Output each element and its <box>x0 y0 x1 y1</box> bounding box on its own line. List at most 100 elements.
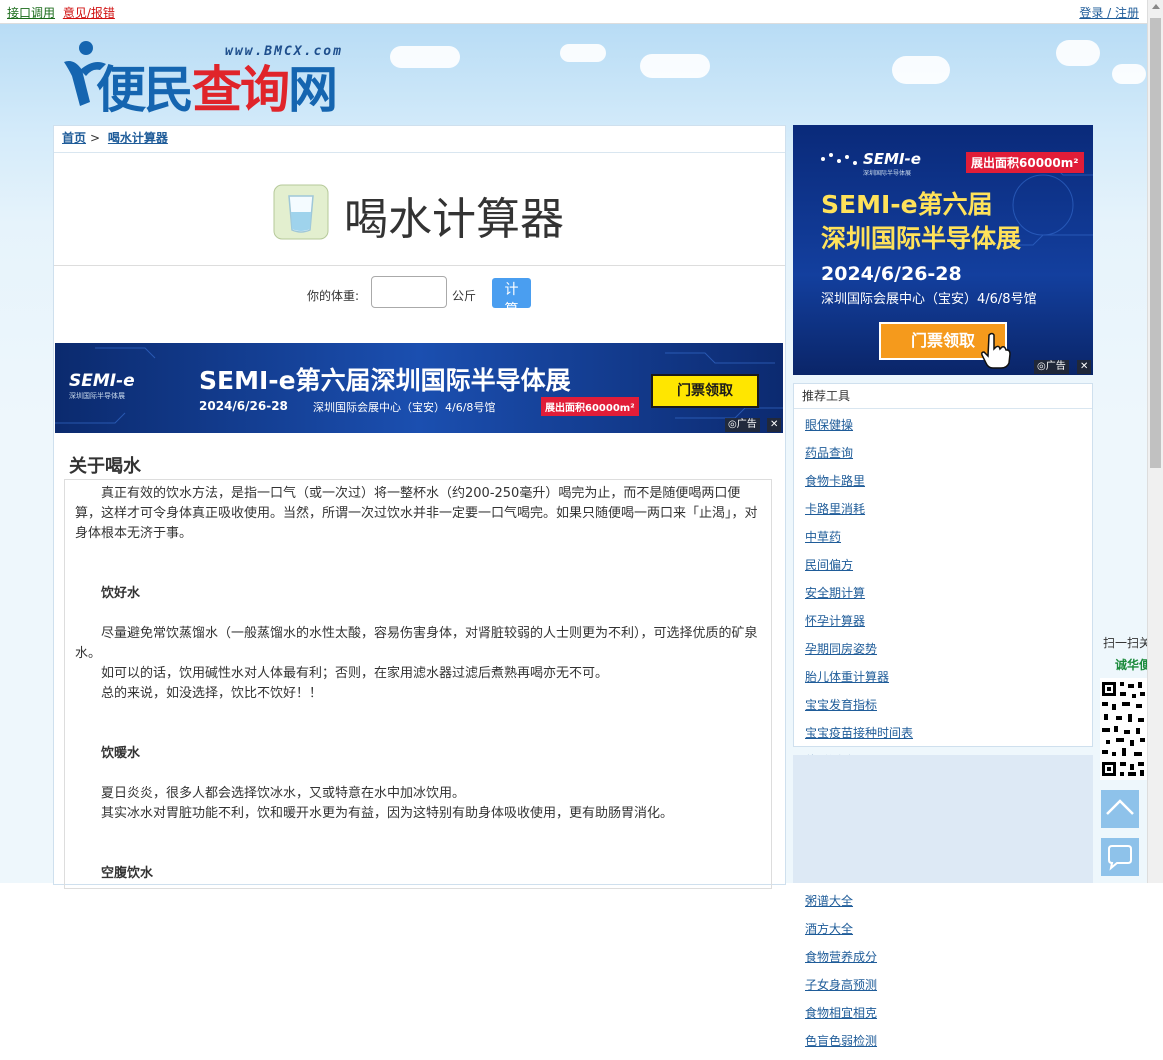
calculate-button[interactable]: 计算 <box>492 278 531 317</box>
weight-label: 你的体重: <box>307 289 360 303</box>
tool-item: 酒方大全 <box>805 920 954 948</box>
tool-link[interactable]: 食物卡路里 <box>805 474 865 488</box>
chevron-up-icon <box>1106 799 1134 815</box>
main-panel: 首页 > 喝水计算器 喝水计算器 你的体重: 公斤 计算 SEMI-e 深圳国际半导… <box>53 125 786 889</box>
ad-date: 2024/6/26-28 <box>199 399 288 413</box>
chat-bubble-icon <box>1108 845 1132 871</box>
side-ad-area-badge: 展出面积60000m² <box>966 152 1084 173</box>
ad-ticket-button[interactable]: 门票领取 <box>651 374 759 408</box>
calc-form: 你的体重: 公斤 计算 <box>54 266 785 344</box>
page-title: 喝水计算器 <box>344 194 564 245</box>
tool-item: 子女身高预测 <box>805 976 954 1004</box>
tool-item: 宝宝发育指标 <box>805 696 954 724</box>
article-paragraph: 尽量避免常饮蒸馏水（一般蒸馏水的水性太酸，容易伤害身体，对肾脏较弱的人士则更为不… <box>75 626 758 661</box>
tool-link[interactable]: 食物相宜相克 <box>805 1006 877 1020</box>
scan-brand: 诚华便 <box>1115 658 1152 672</box>
tool-item: 胎儿体重计算器 <box>805 668 954 696</box>
tool-item: 卡路里消耗 <box>805 500 954 528</box>
tool-link[interactable]: 孕期同房姿势 <box>805 642 877 656</box>
top-bar: 接口调用 意见/报错 登录 / 注册 <box>0 0 1147 24</box>
tool-item: 安全期计算 <box>805 584 954 612</box>
tool-item: 孕期同房姿势 <box>805 640 954 668</box>
site-logo[interactable]: www.BMCX.com 便民查询网 <box>60 36 370 119</box>
tool-link[interactable]: 民间偏方 <box>805 558 853 572</box>
scan-text: 扫一扫关 <box>1103 636 1152 650</box>
side-ad-brand: SEMI-e 深圳国际半导体展 <box>863 150 921 177</box>
article-paragraph: 总的来说，如没选择，饮比不饮好！！ <box>101 686 323 701</box>
tool-item: 怀孕计算器 <box>805 612 954 640</box>
tool-item: 食物卡路里 <box>805 472 954 500</box>
side-ad-placeholder <box>793 755 1093 883</box>
article-paragraph: 夏日炎炎，很多人都会选择饮冰水，又或特意在水中加冰饮用。 <box>101 786 466 801</box>
tool-item: 宝宝疫苗接种时间表 <box>805 724 954 752</box>
article-paragraph: 其实冰水对胃脏功能不利，饮和暖开水更为有益，因为这特别有助身体吸收使用，更有助肠… <box>101 806 674 821</box>
hand-cursor-icon <box>981 332 1011 369</box>
login-register-link[interactable]: 登录 / 注册 <box>1079 6 1139 20</box>
tool-link[interactable]: 眼保健操 <box>805 418 853 432</box>
tool-link[interactable]: 粥谱大全 <box>805 894 853 908</box>
logo-text: 便民查询网 <box>96 61 338 119</box>
chat-button[interactable] <box>1101 838 1139 876</box>
tool-item: 中草药 <box>805 528 954 556</box>
tool-item: 眼保健操 <box>805 416 954 444</box>
tool-link[interactable]: 胎儿体重计算器 <box>805 670 889 684</box>
article-heading: 饮好水 <box>101 586 141 601</box>
tool-link[interactable]: 酒方大全 <box>805 922 853 936</box>
title-box: 喝水计算器 <box>54 153 785 266</box>
scrollbar-thumb[interactable] <box>1150 18 1161 468</box>
tool-link[interactable]: 卡路里消耗 <box>805 502 865 516</box>
feedback-link[interactable]: 意见/报错 <box>63 6 115 20</box>
weight-input[interactable] <box>371 276 447 308</box>
tool-link[interactable]: 怀孕计算器 <box>805 614 865 628</box>
api-link[interactable]: 接口调用 <box>7 6 55 20</box>
scroll-up-icon[interactable] <box>1152 4 1160 9</box>
tools-title: 推荐工具 <box>794 384 1092 409</box>
tool-link[interactable]: 中草药 <box>805 530 841 544</box>
ad-area-badge: 展出面积60000m² <box>541 397 639 416</box>
ad-info-icon: ◎ <box>728 419 737 430</box>
water-glass-icon <box>273 184 329 240</box>
article-heading: 饮暖水 <box>101 746 141 761</box>
ad-close-icon[interactable]: ✕ <box>767 418 782 432</box>
article-content: 真正有效的饮水方法，是指一口气（或一次过）将一整杯水（约200-250毫升）喝完… <box>64 479 772 889</box>
tool-item: 食物相宜相克 <box>805 1004 954 1032</box>
ad-headline: SEMI-e第六届深圳国际半导体展 <box>199 366 571 395</box>
tool-link[interactable]: 子女身高预测 <box>805 978 877 992</box>
article-paragraph: 如可以的话，饮用碱性水对人体最有利；否则，在家用滤水器过滤后煮熟再喝亦无不可。 <box>101 666 609 681</box>
side-ad-date: 2024/6/26-28 <box>821 263 962 285</box>
weight-unit: 公斤 <box>452 289 477 303</box>
ad-tag[interactable]: ◎广告 <box>725 418 760 432</box>
ad-brand: SEMI-e 深圳国际半导体展 <box>69 371 135 400</box>
banner-ad[interactable]: SEMI-e 深圳国际半导体展 SEMI-e第六届深圳国际半导体展 2024/6/… <box>55 343 783 433</box>
breadcrumb-current[interactable]: 喝水计算器 <box>108 131 168 145</box>
section-title: 关于喝水 <box>69 456 141 477</box>
qr-code-icon[interactable] <box>1100 678 1147 780</box>
recommended-tools: 推荐工具 眼保健操药品查询食物卡路里卡路里消耗中草药民间偏方安全期计算怀孕计算器… <box>793 383 1093 1048</box>
breadcrumb: 首页 > 喝水计算器 <box>54 126 785 153</box>
side-ad-headline: SEMI-e第六届 <box>821 190 993 219</box>
tools-list: 眼保健操药品查询食物卡路里卡路里消耗中草药民间偏方安全期计算怀孕计算器孕期同房姿… <box>805 416 1095 1060</box>
tool-item: 色盲色弱检测 <box>805 1032 954 1060</box>
ad-info-icon: ◎ <box>1037 361 1046 372</box>
side-ad-venue: 深圳国际会展中心（宝安）4/6/8号馆 <box>821 292 1037 307</box>
back-to-top-button[interactable] <box>1101 790 1139 828</box>
tool-link[interactable]: 宝宝疫苗接种时间表 <box>805 726 913 740</box>
breadcrumb-home[interactable]: 首页 <box>62 131 86 145</box>
tool-item: 粥谱大全 <box>805 892 954 920</box>
side-ad-close-icon[interactable]: ✕ <box>1077 360 1092 374</box>
ad-venue: 深圳国际会展中心（宝安）4/6/8号馆 <box>313 401 496 414</box>
side-ad-headline: 深圳国际半导体展 <box>821 224 1022 253</box>
tool-link[interactable]: 食物营养成分 <box>805 950 877 964</box>
article-intro: 真正有效的饮水方法，是指一口气（或一次过）将一整杯水（约200-250毫升）喝完… <box>75 486 758 541</box>
side-ad[interactable]: SEMI-e 深圳国际半导体展 展出面积60000m² SEMI-e第六届 深圳国… <box>793 125 1093 375</box>
tool-item: 药品查询 <box>805 444 954 472</box>
side-ad-tag[interactable]: ◎广告 <box>1034 360 1069 374</box>
tool-link[interactable]: 安全期计算 <box>805 586 865 600</box>
tool-link[interactable]: 色盲色弱检测 <box>805 1034 877 1048</box>
tool-item: 民间偏方 <box>805 556 954 584</box>
tool-link[interactable]: 宝宝发育指标 <box>805 698 877 712</box>
tool-link[interactable]: 药品查询 <box>805 446 853 460</box>
tool-item: 食物营养成分 <box>805 948 954 976</box>
article-heading: 空腹饮水 <box>101 866 154 881</box>
vertical-scrollbar[interactable] <box>1147 0 1163 883</box>
